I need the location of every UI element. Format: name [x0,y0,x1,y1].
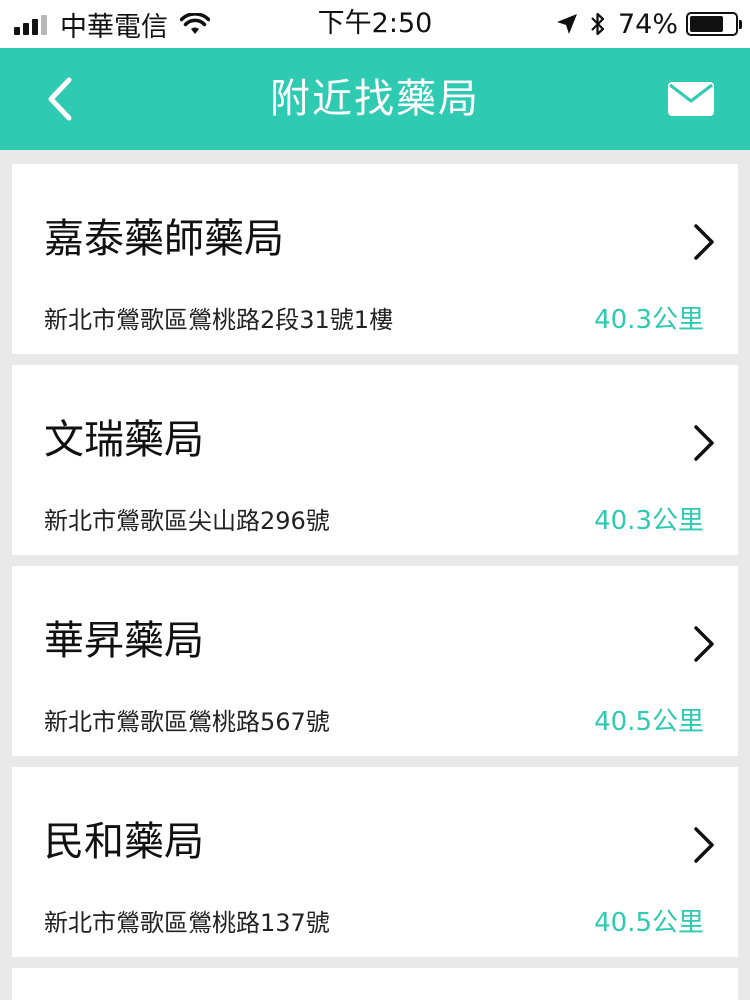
status-bar: 中華電信 下午2:50 74% [0,0,750,48]
pharmacy-distance: 40.3公里 [594,506,704,536]
status-left: 中華電信 [14,0,210,48]
nav-bar: 附近找藥局 [0,48,750,150]
battery-fill [690,16,723,32]
pharmacy-name: 民和藥局 [44,819,204,865]
page-title: 附近找藥局 [270,76,480,122]
status-right: 74% [556,0,742,48]
pharmacy-name: 文瑞藥局 [44,417,204,463]
pharmacy-address: 新北市鶯歌區鶯桃路2段31號1樓 [44,306,394,334]
pharmacy-distance: 40.5公里 [594,908,704,938]
chevron-right-icon [694,827,714,863]
pharmacy-distance: 40.3公里 [594,305,704,335]
carrier-name: 中華電信 [60,11,168,43]
pharmacy-address: 新北市鶯歌區尖山路296號 [44,507,330,535]
pharmacy-list-item[interactable]: 華昇藥局 新北市鶯歌區鶯桃路567號 40.5公里 [12,566,738,756]
chevron-right-icon [694,425,714,461]
pharmacy-address: 新北市鶯歌區鶯桃路137號 [44,909,330,937]
pharmacy-distance: 40.5公里 [594,707,704,737]
battery-icon [686,12,742,36]
envelope-icon [668,82,714,116]
pharmacy-address: 新北市鶯歌區鶯桃路567號 [44,708,330,736]
pharmacy-list-item[interactable]: 民和藥局 新北市鶯歌區鶯桃路137號 40.5公里 [12,767,738,957]
back-button[interactable] [30,74,90,124]
signal-strength-icon [14,13,50,35]
bluetooth-icon [591,12,605,36]
battery-percent: 74% [617,8,678,40]
chevron-right-icon [694,626,714,662]
pharmacy-name: 嘉泰藥師藥局 [44,216,284,262]
chevron-right-icon [694,224,714,260]
pharmacy-list-item[interactable]: 文瑞藥局 新北市鶯歌區尖山路296號 40.3公里 [12,365,738,555]
chevron-left-icon [48,77,72,121]
mail-button[interactable] [656,74,726,124]
pharmacy-name: 華昇藥局 [44,618,204,664]
pharmacy-list-item[interactable]: 嘉泰藥師藥局 新北市鶯歌區鶯桃路2段31號1樓 40.3公里 [12,164,738,354]
location-arrow-icon [556,14,577,34]
pharmacy-list-item[interactable] [12,968,738,1000]
wifi-icon [180,13,210,35]
pharmacy-list: 嘉泰藥師藥局 新北市鶯歌區鶯桃路2段31號1樓 40.3公里 文瑞藥局 新北市鶯… [12,164,738,1000]
